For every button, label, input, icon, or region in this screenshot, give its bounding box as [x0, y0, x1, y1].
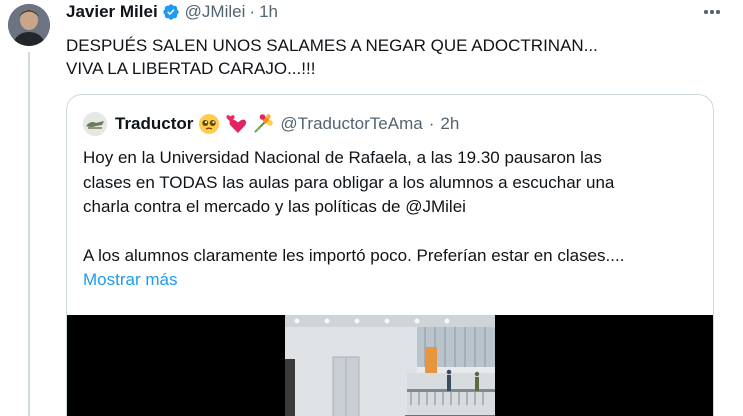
quoted-text-fragment: charla contra el mercado y las políticas… [83, 197, 406, 217]
quoted-author-name: Traductor [115, 114, 194, 133]
video-frame [285, 315, 495, 416]
thread-line [28, 52, 30, 416]
timestamp[interactable]: 1h [259, 2, 278, 22]
author-handle[interactable]: @JMilei [185, 2, 246, 22]
quoted-timestamp: 2h [440, 114, 460, 133]
two-hearts-icon [225, 113, 247, 135]
verified-badge-icon [162, 3, 180, 21]
quoted-avatar [83, 112, 107, 136]
avatar[interactable] [8, 4, 50, 46]
bouquet-icon [252, 113, 274, 135]
author-name[interactable]: Javier Milei [66, 2, 158, 22]
quoted-text: Hoy en la Universidad Nacional de Rafael… [83, 146, 703, 293]
tweet-header: Javier Milei @JMilei · 1h [66, 1, 278, 23]
tweet[interactable]: Javier Milei @JMilei · 1h DESPUÉS SALEN … [0, 0, 743, 416]
tweet-text-line: VIVA LA LIBERTAD CARAJO...!!! [66, 59, 316, 78]
show-more-link[interactable]: Mostrar más [83, 268, 703, 293]
quoted-header: Traductor @TraductorTeAma · 2h [83, 112, 460, 136]
quoted-text-line: clases en TODAS las aulas para obligar a… [83, 172, 615, 192]
more-options-icon[interactable] [699, 2, 725, 22]
mention-link[interactable]: @JMilei [405, 197, 466, 216]
quoted-text-line: charla contra el mercado y las políticas… [83, 195, 703, 220]
quoted-tweet[interactable]: Traductor @TraductorTeAma · 2h Hoy en la… [66, 94, 714, 416]
quoted-text-line: Hoy en la Universidad Nacional de Rafael… [83, 148, 602, 167]
quoted-text-line: A los alumnos claramente les importó poc… [83, 245, 625, 265]
separator-dot: · [428, 114, 435, 133]
tweet-text: DESPUÉS SALEN UNOS SALAMES A NEGAR QUE A… [66, 34, 706, 80]
pleading-face-icon [198, 113, 220, 135]
tweet-text-line: DESPUÉS SALEN UNOS SALAMES A NEGAR QUE A… [66, 36, 598, 55]
separator-dot: · [249, 2, 256, 21]
quoted-handle: @TraductorTeAma [280, 114, 423, 133]
quoted-video[interactable] [67, 315, 713, 416]
